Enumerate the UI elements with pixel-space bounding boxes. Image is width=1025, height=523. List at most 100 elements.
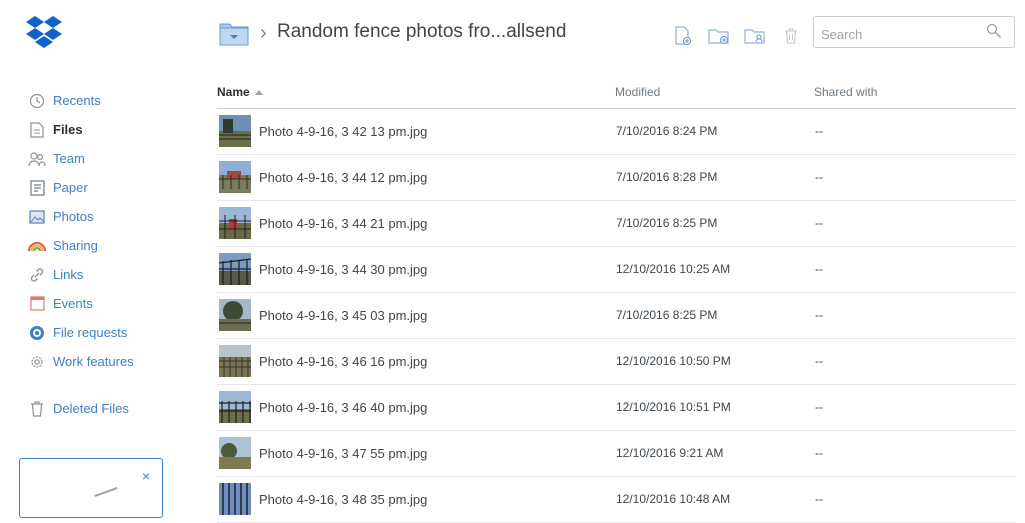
file-name: Photo 4-9-16, 3 48 35 pm.jpg: [259, 492, 428, 507]
trash-icon: [28, 400, 46, 418]
file-shared-with: --: [815, 446, 823, 460]
sidebar-item-label: File requests: [53, 325, 128, 340]
search-box[interactable]: [813, 16, 1015, 48]
file-modified: 7/10/2016 8:24 PM: [616, 124, 718, 138]
photo-thumbnail: [219, 391, 251, 423]
file-name: Photo 4-9-16, 3 46 16 pm.jpg: [259, 354, 428, 369]
file-request-icon: [28, 324, 46, 342]
paper-icon: [28, 179, 46, 197]
file-name: Photo 4-9-16, 3 46 40 pm.jpg: [259, 400, 428, 415]
file-shared-with: --: [815, 492, 823, 506]
file-shared-with: --: [815, 170, 823, 184]
file-shared-with: --: [815, 354, 823, 368]
file-name: Photo 4-9-16, 3 47 55 pm.jpg: [259, 446, 428, 461]
table-row[interactable]: Photo 4-9-16, 3 46 40 pm.jpg 12/10/2016 …: [217, 385, 1016, 431]
photo-thumbnail: [219, 115, 251, 147]
sidebar-item-recents[interactable]: Recents: [28, 86, 134, 115]
table-row[interactable]: Photo 4-9-16, 3 45 03 pm.jpg 7/10/2016 8…: [217, 293, 1016, 339]
column-header-name[interactable]: Name: [217, 85, 263, 99]
table-row[interactable]: Photo 4-9-16, 3 44 21 pm.jpg 7/10/2016 8…: [217, 201, 1016, 247]
file-modified: 12/10/2016 9:21 AM: [616, 446, 724, 460]
file-shared-with: --: [815, 124, 823, 138]
sidebar-item-links[interactable]: Links: [28, 260, 134, 289]
sidebar-item-label: Deleted Files: [53, 401, 129, 416]
photo-thumbnail: [219, 299, 251, 331]
file-modified: 12/10/2016 10:51 PM: [616, 400, 731, 414]
sidebar-item-work-features[interactable]: Work features: [28, 347, 134, 376]
table-row[interactable]: Photo 4-9-16, 3 42 13 pm.jpg 7/10/2016 8…: [217, 109, 1016, 155]
file-name: Photo 4-9-16, 3 45 03 pm.jpg: [259, 308, 428, 323]
gear-icon: [28, 353, 46, 371]
sidebar-item-label: Files: [53, 122, 83, 137]
calendar-icon: [28, 295, 46, 313]
sidebar-item-photos[interactable]: Photos: [28, 202, 134, 231]
file-shared-with: --: [815, 262, 823, 276]
search-icon[interactable]: [986, 23, 1002, 39]
sidebar-item-label: Sharing: [53, 238, 98, 253]
sidebar-item-deleted-files[interactable]: Deleted Files: [28, 394, 134, 423]
file-modified: 7/10/2016 8:25 PM: [616, 216, 718, 230]
rainbow-icon: [28, 237, 46, 255]
column-header-name-label: Name: [217, 85, 250, 99]
column-header-shared-with[interactable]: Shared with: [814, 85, 877, 99]
sidebar-item-label: Events: [53, 296, 93, 311]
photo-thumbnail: [219, 253, 251, 285]
team-icon: [28, 150, 46, 168]
file-name: Photo 4-9-16, 3 44 21 pm.jpg: [259, 216, 428, 231]
table-row[interactable]: Photo 4-9-16, 3 48 35 pm.jpg 12/10/2016 …: [217, 477, 1016, 523]
sidebar-item-paper[interactable]: Paper: [28, 173, 134, 202]
sidebar-item-label: Photos: [53, 209, 94, 224]
clock-icon: [28, 92, 46, 110]
sidebar-item-label: Links: [53, 267, 84, 282]
photo-thumbnail: [219, 437, 251, 469]
settings-icon[interactable]: [886, 0, 902, 3]
promo-card: ×: [19, 458, 163, 518]
toolbar: [672, 25, 802, 47]
file-modified: 12/10/2016 10:48 AM: [616, 492, 731, 506]
sidebar-item-files[interactable]: Files: [28, 115, 134, 144]
file-icon: [28, 121, 46, 139]
sidebar-item-label: Paper: [53, 180, 88, 195]
column-header-modified[interactable]: Modified: [615, 85, 660, 99]
table-row[interactable]: Photo 4-9-16, 3 47 55 pm.jpg 12/10/2016 …: [217, 431, 1016, 477]
file-shared-with: --: [815, 216, 823, 230]
file-modified: 12/10/2016 10:25 AM: [616, 262, 731, 276]
dropbox-logo[interactable]: [26, 16, 62, 50]
shared-folder-icon: [744, 29, 765, 44]
folder-icon[interactable]: [219, 20, 249, 46]
new-file-icon: [675, 26, 692, 46]
photo-thumbnail: [219, 345, 251, 377]
share-folder-button[interactable]: [744, 25, 766, 47]
sidebar-item-file-requests[interactable]: File requests: [28, 318, 134, 347]
sidebar-item-team[interactable]: Team: [28, 144, 134, 173]
sidebar-item-label: Work features: [53, 354, 134, 369]
sidebar-nav: Recents Files Team Paper Photos Sharing: [28, 86, 134, 423]
delete-button[interactable]: [780, 25, 802, 47]
new-folder-icon: [708, 29, 729, 45]
table-row[interactable]: Photo 4-9-16, 3 44 30 pm.jpg 12/10/2016 …: [217, 247, 1016, 293]
file-name: Photo 4-9-16, 3 44 12 pm.jpg: [259, 170, 428, 185]
sidebar-item-label: Team: [53, 151, 85, 166]
file-modified: 7/10/2016 8:28 PM: [616, 170, 718, 184]
upload-file-button[interactable]: [672, 25, 694, 47]
promo-illustration: [94, 486, 118, 498]
photo-thumbnail: [219, 483, 251, 515]
table-header: Name Modified Shared with: [217, 83, 1016, 109]
table-row[interactable]: Photo 4-9-16, 3 44 12 pm.jpg 7/10/2016 8…: [217, 155, 1016, 201]
sidebar-item-sharing[interactable]: Sharing: [28, 231, 134, 260]
new-folder-button[interactable]: [708, 25, 730, 47]
sidebar-item-label: Recents: [53, 93, 101, 108]
link-icon: [28, 266, 46, 284]
file-name: Photo 4-9-16, 3 44 30 pm.jpg: [259, 262, 428, 277]
file-name: Photo 4-9-16, 3 42 13 pm.jpg: [259, 124, 428, 139]
photos-icon: [28, 208, 46, 226]
trash-icon: [785, 28, 797, 44]
close-icon[interactable]: ×: [142, 469, 150, 483]
file-list: Photo 4-9-16, 3 42 13 pm.jpg 7/10/2016 8…: [217, 109, 1016, 523]
search-input[interactable]: [819, 24, 983, 44]
table-row[interactable]: Photo 4-9-16, 3 46 16 pm.jpg 12/10/2016 …: [217, 339, 1016, 385]
sidebar-item-events[interactable]: Events: [28, 289, 134, 318]
file-shared-with: --: [815, 308, 823, 322]
file-modified: 12/10/2016 10:50 PM: [616, 354, 731, 368]
breadcrumb-separator: ›: [260, 22, 267, 44]
